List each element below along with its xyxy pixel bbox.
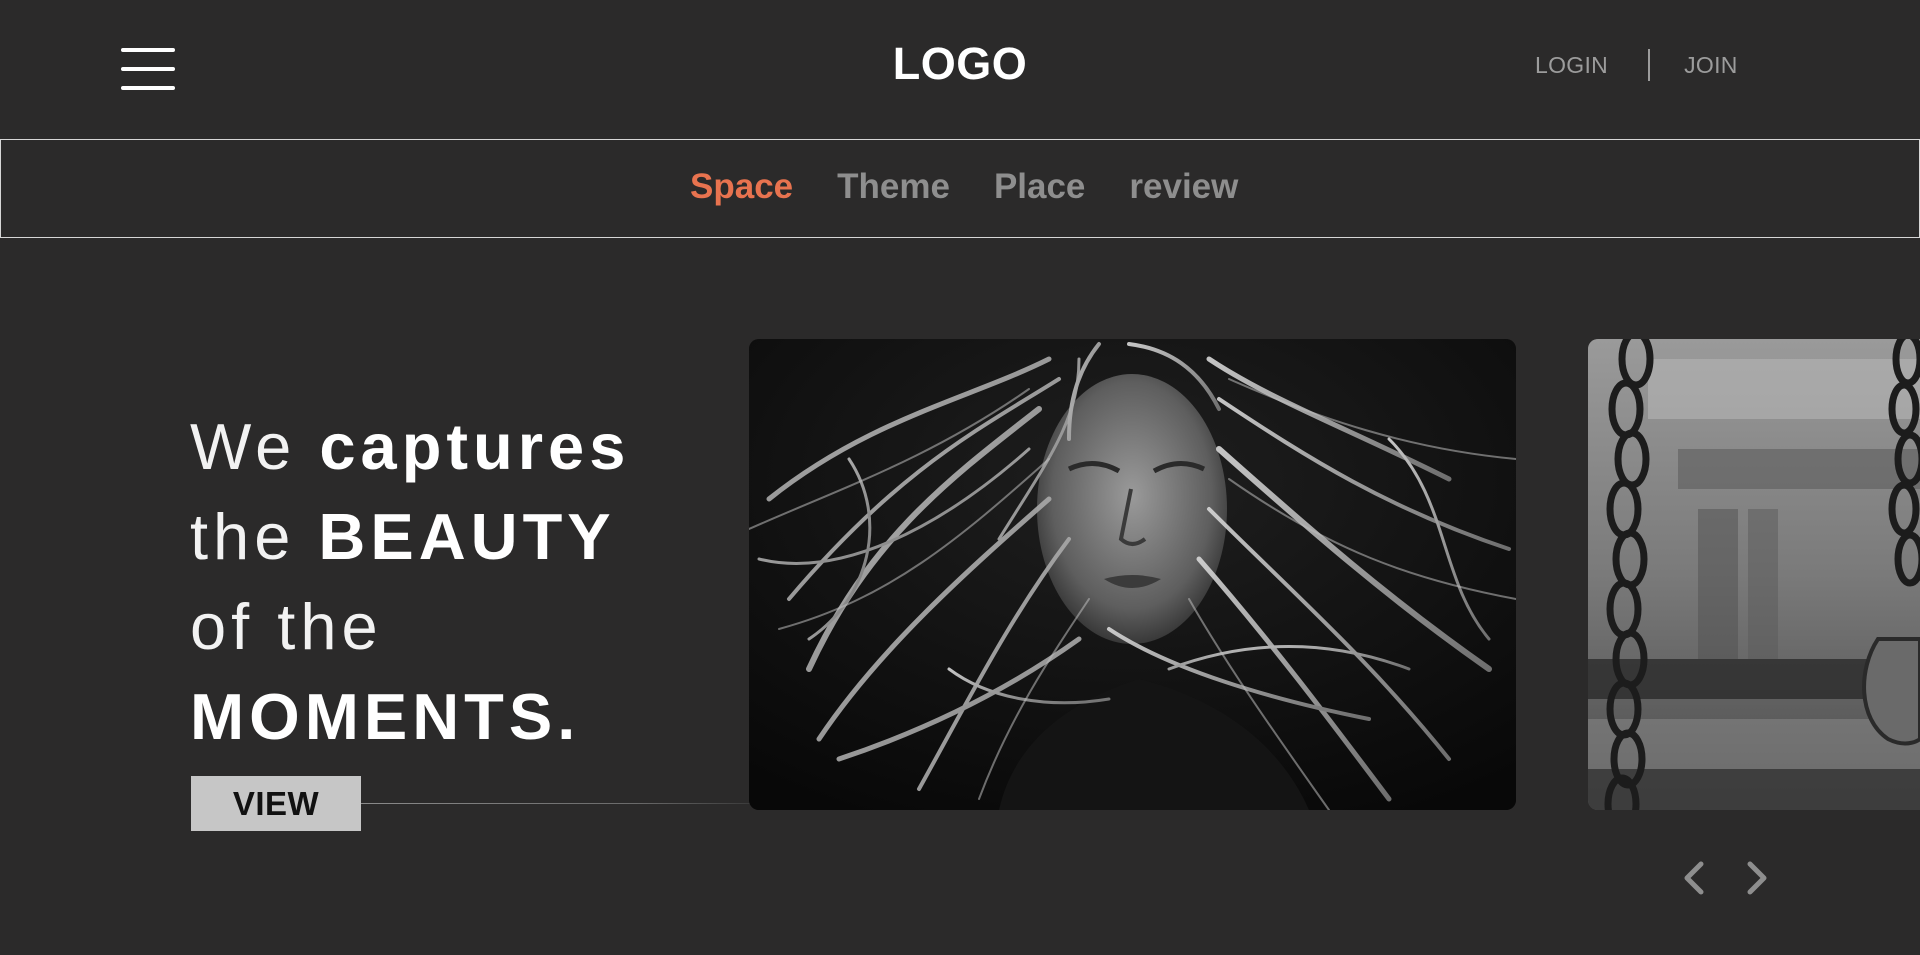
nav-item-place[interactable]: Place — [994, 167, 1085, 207]
hamburger-menu-icon[interactable] — [121, 48, 175, 92]
hero-line-2-bold: BEAUTY — [318, 500, 616, 573]
hero-line-3-light: of the — [190, 590, 383, 663]
hero-line-3: of the — [190, 582, 630, 672]
join-link[interactable]: JOIN — [1684, 52, 1738, 79]
logo[interactable]: LOGO — [860, 38, 1060, 90]
hero-line-4-bold: MOMENTS. — [190, 680, 581, 753]
secondary-photo[interactable] — [1588, 339, 1920, 810]
nav-item-review[interactable]: review — [1129, 167, 1238, 207]
nav-item-theme[interactable]: Theme — [837, 167, 950, 207]
login-link[interactable]: LOGIN — [1535, 52, 1608, 79]
hero-line-2: the BEAUTY — [190, 492, 630, 582]
auth-links: LOGIN JOIN — [1535, 49, 1738, 81]
chevron-left-icon[interactable] — [1677, 858, 1713, 898]
hero-line-1-bold: captures — [319, 410, 631, 483]
featured-photo[interactable] — [749, 339, 1516, 810]
hero-line-4: MOMENTS. — [190, 672, 630, 762]
hero-line-1: We captures — [190, 402, 630, 492]
hero-headline: We captures the BEAUTY of the MOMENTS. — [190, 402, 630, 762]
hero-line-2-light: the — [190, 500, 319, 573]
auth-divider — [1648, 49, 1651, 81]
hero-line-1-light: We — [190, 410, 320, 483]
connector-line — [361, 803, 753, 804]
view-button[interactable]: VIEW — [191, 776, 361, 831]
category-nav: Space Theme Place review — [0, 139, 1920, 238]
chevron-right-icon[interactable] — [1738, 858, 1774, 898]
page: LOGO LOGIN JOIN Space Theme Place review… — [0, 0, 1920, 955]
nav-item-space[interactable]: Space — [690, 167, 793, 207]
